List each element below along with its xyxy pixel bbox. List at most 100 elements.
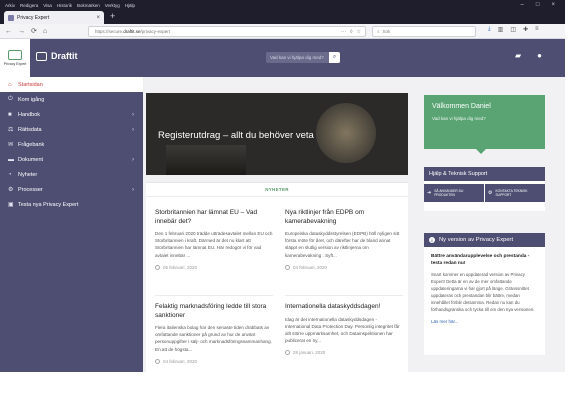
how-to-use-button[interactable]: ➜ SÅ ANVÄNDER DU PRODUKTEN	[424, 184, 484, 202]
hero-banner[interactable]: Registerutdrag – allt du behöver veta	[146, 93, 408, 175]
welcome-pointer	[476, 149, 486, 154]
product-logo[interactable]: Privacy Expert	[0, 39, 30, 77]
menu-view[interactable]: Visa	[43, 3, 52, 8]
power-icon: ⏻	[8, 96, 13, 102]
sidebar-item-testa-nya[interactable]: ▣ Testa nya Privacy Expert	[0, 197, 143, 212]
menu-edit[interactable]: Redigera	[20, 3, 38, 8]
news-excerpt: Idag är det internationella dataskyddsda…	[285, 316, 400, 344]
sidebar-item-label: Rättsdata	[18, 126, 42, 133]
browser-toolbar-right: ⤓ ▥ ◫ ✚ ≡	[488, 26, 539, 33]
hero-title: Registerutdrag – allt du behöver veta	[158, 130, 314, 141]
news-date-text: 04 februari, 2020	[163, 358, 198, 364]
news-excerpt: Europeiska dataskyddsstyrelsen (EDPB) hö…	[285, 231, 400, 258]
cogs-icon: ⚙	[8, 187, 14, 193]
pocket-icon[interactable]: ◊	[350, 29, 352, 35]
new-tab-button[interactable]: +	[110, 11, 115, 21]
menu-bookmarks[interactable]: Bokmärken	[77, 3, 100, 8]
chat-icon[interactable]: ▰	[515, 51, 521, 60]
browser-search-input[interactable]: ⌕ Sök	[372, 26, 476, 37]
screenshot: Arkiv Redigera Visa Historik Bokmärken V…	[0, 0, 565, 372]
welcome-title: Välkommen Daniel	[432, 103, 491, 110]
browser-search-placeholder: Sök	[382, 29, 391, 34]
sidebar-item-handbok[interactable]: ■ Handbok ›	[0, 107, 143, 122]
draftit-logo-icon	[36, 51, 47, 61]
news-excerpt: Flera italienska bolag har den senaste t…	[155, 325, 272, 352]
back-icon[interactable]: ←	[5, 28, 12, 35]
sidebar-item-processer[interactable]: ⚙ Processer ›	[0, 182, 143, 197]
minimize-button[interactable]: –	[521, 2, 524, 8]
news-divider	[155, 295, 273, 296]
news-title[interactable]: Felaktig marknadsföring ledde till stora…	[155, 303, 273, 320]
news-item[interactable]: Felaktig marknadsföring ledde till stora…	[155, 303, 273, 364]
support-panel: Hjälp & Teknisk Support ➜ SÅ ANVÄNDER DU…	[424, 167, 545, 211]
news-header: NYHETER	[146, 183, 408, 197]
maximize-button[interactable]: □	[536, 2, 540, 8]
menu-history[interactable]: Historik	[57, 3, 72, 8]
site-search-placeholder: Vad kan vi hjälpa dig med?	[270, 55, 324, 60]
home-icon[interactable]: ⌂	[43, 28, 47, 35]
chevron-right-icon: ›	[132, 186, 134, 193]
news-title[interactable]: Nya riktlinjer från EDPB om kamerabevakn…	[285, 209, 403, 226]
reload-icon[interactable]: ⟳	[31, 27, 37, 35]
header-icons: ▰ ●	[515, 51, 542, 60]
favicon-icon	[8, 14, 14, 21]
read-more-link[interactable]: Läs mer här...	[431, 319, 538, 324]
sidebar-item-kom-igang[interactable]: ⏻ Kom igång	[0, 92, 143, 107]
news-divider	[285, 295, 403, 296]
hamburger-menu-icon[interactable]: ≡	[535, 26, 539, 33]
clock-icon	[155, 264, 160, 270]
sidebar-item-dokument[interactable]: ▬ Dokument ›	[0, 152, 143, 167]
brand[interactable]: Draftit	[36, 51, 78, 61]
download-icon[interactable]: ⤓	[488, 26, 491, 33]
user-icon[interactable]: ●	[537, 51, 542, 60]
menu-file[interactable]: Arkiv	[5, 3, 15, 8]
support-title: Hjälp & Teknisk Support	[424, 167, 545, 181]
info-icon: i	[429, 237, 435, 243]
forward-icon[interactable]: →	[18, 28, 25, 35]
new-version-header: i Ny version av Privacy Expert	[424, 233, 545, 247]
news-item[interactable]: Nya riktlinjer från EDPB om kamerabevakn…	[285, 209, 403, 270]
news-title[interactable]: Storbritannien har lämnat EU – Vad inneb…	[155, 209, 273, 226]
product-logo-caption: Privacy Expert	[3, 62, 27, 66]
news-item[interactable]: Storbritannien har lämnat EU – Vad inneb…	[155, 209, 273, 270]
chevron-right-icon: ›	[132, 111, 134, 118]
new-version-panel: i Ny version av Privacy Expert Bättre an…	[424, 233, 545, 355]
library-icon[interactable]: ▥	[498, 26, 504, 33]
menu-tools[interactable]: Verktyg	[105, 3, 120, 8]
tab-title: Privacy Expert	[17, 14, 50, 21]
news-date: 04 februari, 2020	[155, 358, 273, 364]
search-icon: ⌕	[377, 29, 380, 34]
contact-support-button[interactable]: ⚙ KONTAKTA TEKNISK SUPPORT	[485, 184, 545, 202]
gavel-icon: ⚖	[8, 127, 14, 133]
home-icon: ⌂	[8, 81, 12, 88]
sidebar-item-startsidan[interactable]: ⌂ Startsidan	[0, 77, 143, 92]
sidebar-item-label: Processer	[18, 186, 43, 193]
new-version-body: Bättre användarupplevelse och prestanda …	[424, 247, 545, 330]
sidebar-toggle-icon[interactable]: ◫	[510, 26, 516, 33]
url-bar[interactable]: https://secure. draftit.se/privacy-expert…	[88, 26, 366, 37]
new-version-headline: Bättre användarupplevelse och prestanda …	[431, 254, 530, 266]
menu-help[interactable]: Hjälp	[125, 3, 135, 8]
page-actions-icon[interactable]: ···	[341, 29, 346, 35]
browser-tab[interactable]: Privacy Expert ×	[4, 11, 104, 24]
clock-icon	[285, 350, 290, 356]
browser-menubar: Arkiv Redigera Visa Historik Bokmärken V…	[0, 0, 565, 10]
sidebar-item-fragebank[interactable]: ✉ Frågebank	[0, 137, 143, 152]
news-title[interactable]: Internationella dataskyddsdagen!	[285, 303, 403, 312]
news-excerpt: Den 1 februari 2020 trädde utträdesavtal…	[155, 231, 273, 258]
contact-support-label: KONTAKTA TEKNISK SUPPORT	[495, 188, 528, 197]
bookmark-star-icon[interactable]: ☆	[357, 29, 361, 35]
news-item[interactable]: Internationella dataskyddsdagen! Idag är…	[285, 303, 403, 356]
welcome-card: Välkommen Daniel Vad kan vi hjälpa dig m…	[424, 95, 545, 154]
url-prefix: https://secure.	[95, 29, 124, 34]
search-icon[interactable]: ⌕	[329, 52, 340, 63]
sidebar-item-rattsdata[interactable]: ⚖ Rättsdata ›	[0, 122, 143, 137]
site-search-input[interactable]: Vad kan vi hjälpa dig med? ⌕	[266, 52, 340, 63]
tab-close-icon[interactable]: ×	[96, 15, 100, 21]
sidebar-item-label: Handbok	[18, 111, 41, 118]
close-window-button[interactable]: ×	[551, 2, 555, 8]
extension-icon[interactable]: ✚	[523, 26, 528, 33]
app-header: Privacy Expert Draftit Vad kan vi hjälpa…	[0, 39, 565, 77]
news-date-text: 04 februari, 2020	[293, 264, 328, 270]
sidebar-item-nyheter[interactable]: ◔ Nyheter	[0, 167, 143, 182]
